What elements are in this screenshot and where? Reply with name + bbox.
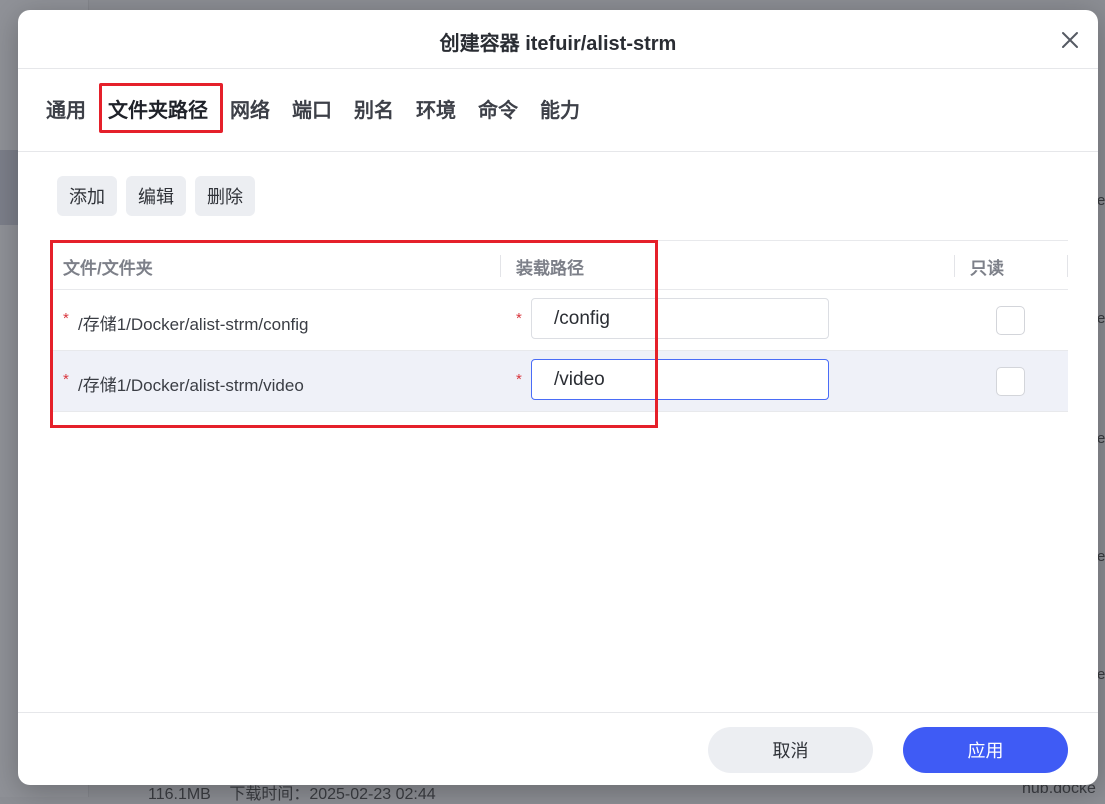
required-mark: *: [516, 371, 522, 388]
table-row[interactable]: * /存储1/Docker/alist-strm/config *: [50, 290, 1068, 351]
column-separator: [1067, 255, 1068, 277]
background-fragment: e: [1097, 310, 1105, 327]
tab-bar: 通用 文件夹路径 网络 端口 别名 环境 命令 能力: [46, 86, 602, 133]
tab-environment[interactable]: 环境: [416, 86, 456, 131]
background-size: 116.1MB: [148, 786, 211, 803]
divider: [18, 151, 1098, 152]
background-fragment: e: [1097, 548, 1105, 565]
edit-button[interactable]: 编辑: [126, 176, 186, 216]
column-separator: [954, 255, 955, 277]
mount-path-input[interactable]: [531, 359, 829, 400]
table-row[interactable]: * /存储1/Docker/alist-strm/video *: [50, 351, 1068, 412]
tab-aliases[interactable]: 别名: [354, 86, 394, 131]
column-header-mount-path: 装载路径: [516, 259, 584, 278]
column-header-read-only: 只读: [970, 259, 1004, 278]
background-fragment: e: [1097, 430, 1105, 447]
required-mark: *: [516, 310, 522, 327]
volume-table: 文件/文件夹 装载路径 只读 * /存储1/Docker/alist-strm/…: [50, 240, 1068, 412]
create-container-dialog: 创建容器 itefuir/alist-strm 通用 文件夹路径 网络 端口 别…: [18, 10, 1098, 785]
required-mark: *: [63, 310, 69, 327]
read-only-checkbox[interactable]: [996, 306, 1025, 335]
read-only-checkbox[interactable]: [996, 367, 1025, 396]
add-button[interactable]: 添加: [57, 176, 117, 216]
apply-button[interactable]: 应用: [903, 727, 1068, 773]
background-fragment: e: [1097, 192, 1105, 209]
host-path: /存储1/Docker/alist-strm/video: [78, 376, 304, 395]
dialog-header: 创建容器 itefuir/alist-strm: [18, 10, 1098, 69]
host-path: /存储1/Docker/alist-strm/config: [78, 315, 309, 334]
mount-path-input[interactable]: [531, 298, 829, 339]
table-header: 文件/文件夹 装载路径 只读: [50, 240, 1068, 290]
tab-ports[interactable]: 端口: [292, 86, 332, 131]
column-separator: [500, 255, 501, 277]
cancel-button[interactable]: 取消: [708, 727, 873, 773]
background-download-time: 下载时间：2025-02-23 02:44: [229, 786, 436, 803]
background-fragment: e: [1097, 666, 1105, 683]
tab-general[interactable]: 通用: [46, 86, 86, 131]
column-header-file: 文件/文件夹: [63, 259, 153, 278]
tab-command[interactable]: 命令: [478, 86, 518, 131]
delete-button[interactable]: 删除: [195, 176, 255, 216]
tab-network[interactable]: 网络: [230, 86, 270, 131]
dialog-title: 创建容器 itefuir/alist-strm: [439, 33, 677, 55]
tab-folder-paths[interactable]: 文件夹路径: [108, 86, 208, 133]
path-toolbar: 添加 编辑 删除: [57, 176, 264, 216]
required-mark: *: [63, 371, 69, 388]
footer-divider: [18, 712, 1098, 713]
tab-capabilities[interactable]: 能力: [540, 86, 580, 131]
close-icon[interactable]: [1060, 30, 1080, 50]
